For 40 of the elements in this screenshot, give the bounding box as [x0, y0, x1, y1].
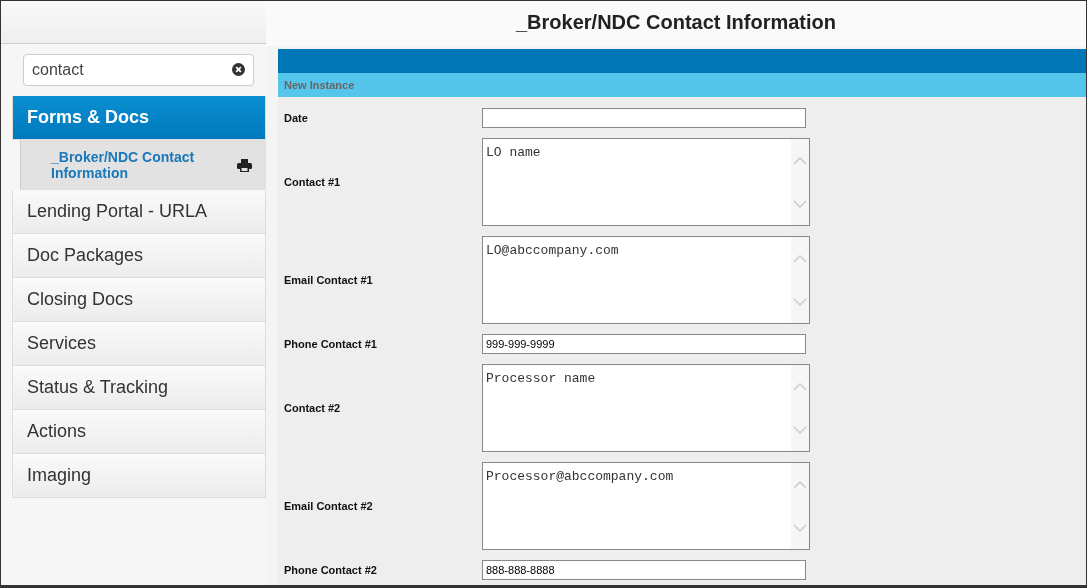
text-area[interactable]: LO name	[482, 138, 810, 226]
scrollbar[interactable]	[791, 463, 809, 549]
nav-item[interactable]: Doc Packages	[12, 234, 266, 278]
scrollbar[interactable]	[791, 365, 809, 451]
input-field[interactable]	[482, 108, 806, 128]
field-label: Email Contact #1	[284, 274, 374, 286]
field-label: Email Contact #2	[284, 500, 374, 512]
input-field[interactable]: 999-999-9999	[482, 334, 806, 354]
chevron-down-icon[interactable]	[793, 425, 807, 434]
text-area[interactable]: Processor@abccompany.com	[482, 462, 810, 550]
field-label: Contact #1	[284, 176, 342, 188]
search-field[interactable]: contact	[23, 54, 254, 86]
nav-item[interactable]: Actions	[12, 410, 266, 454]
field-label: Phone Contact #2	[284, 564, 378, 576]
scrollbar[interactable]	[791, 139, 809, 225]
printer-icon[interactable]	[237, 158, 252, 172]
form-link[interactable]: _Broker/NDC Contact Information	[51, 149, 237, 181]
section-header: New Instance	[278, 73, 1086, 97]
nav-item[interactable]: Services	[12, 322, 266, 366]
nav-item[interactable]: Lending Portal - URLA	[12, 190, 266, 234]
chevron-up-icon[interactable]	[793, 382, 807, 391]
clear-icon[interactable]	[232, 63, 245, 76]
input-field[interactable]: 888-888-8888	[482, 560, 806, 580]
chevron-up-icon[interactable]	[793, 156, 807, 165]
chevron-down-icon[interactable]	[793, 199, 807, 208]
chevron-down-icon[interactable]	[793, 297, 807, 306]
nav-item[interactable]: Imaging	[12, 454, 266, 498]
chevron-up-icon[interactable]	[793, 480, 807, 489]
nav-item[interactable]: Closing Docs	[12, 278, 266, 322]
text-area[interactable]: Processor name	[482, 364, 810, 452]
field-label: Contact #2	[284, 402, 342, 414]
field-label: Phone Contact #1	[284, 338, 378, 350]
nav-item[interactable]: Forms & Docs	[12, 96, 266, 140]
scrollbar[interactable]	[791, 237, 809, 323]
field-label: Date	[284, 112, 309, 124]
page-title: _Broker/NDC Contact Information	[266, 1, 1086, 46]
nav-item[interactable]: Status & Tracking	[12, 366, 266, 410]
chevron-up-icon[interactable]	[793, 254, 807, 263]
text-area[interactable]: LO@abccompany.com	[482, 236, 810, 324]
chevron-down-icon[interactable]	[793, 523, 807, 532]
